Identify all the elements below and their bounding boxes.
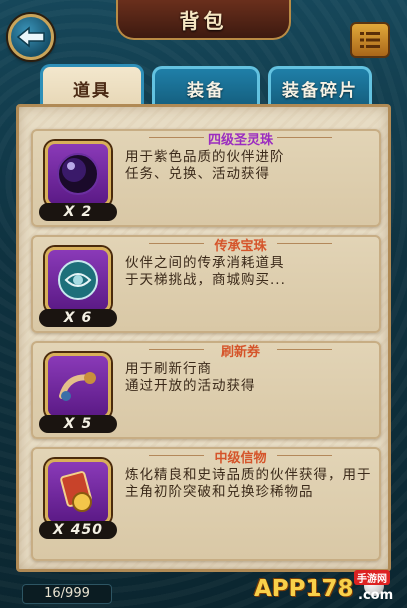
title-plate: 背包: [116, 0, 291, 40]
item-name: 中级信物: [149, 447, 332, 466]
item-quantity: X 2: [39, 203, 117, 221]
list-item[interactable]: 传承宝珠 X 6 伙伴之间的传承消耗道具 于天梯挑战，商城购买...: [31, 235, 381, 333]
item-quantity: X 5: [39, 415, 117, 433]
tab-equipment[interactable]: 装备: [152, 66, 260, 108]
item-description: 炼化精良和史诗品质的伙伴获得，用于主角初阶突破和兑换珍稀物品: [125, 467, 372, 500]
refresh-ticket-icon: [59, 372, 96, 401]
item-icon-frame: [45, 141, 111, 207]
list-item[interactable]: 四级圣灵珠 X 2 用于紫色品质的伙伴进阶 任务、兑换、活动获得: [31, 129, 381, 227]
inventory-count: 16/999: [22, 584, 112, 604]
item-description-line-1: 伙伴之间的传承消耗道具: [125, 255, 285, 271]
item-description-line-2: 通过开放的活动获得: [125, 378, 256, 394]
tab-items-label: 道具: [73, 81, 111, 101]
purple-orb-icon: [57, 153, 99, 195]
item-description: 伙伴之间的传承消耗道具 于天梯挑战，商城购买...: [125, 255, 375, 289]
list-item[interactable]: 中级信物 X 450 炼化精良和史诗品质的伙伴获得，用于主角初阶突破和兑换珍稀物…: [31, 447, 381, 561]
tab-equipment-label: 装备: [187, 81, 225, 101]
item-list-panel[interactable]: 四级圣灵珠 X 2 用于紫色品质的伙伴进阶 任务、兑换、活动获得 传承宝珠 X …: [16, 104, 391, 572]
item-quantity: X 6: [39, 309, 117, 327]
item-description-line-1: 用于刷新行商: [125, 361, 212, 377]
item-icon-frame: [45, 459, 111, 525]
item-description-line-2: 任务、兑换、活动获得: [125, 166, 270, 182]
item-quantity: X 450: [39, 521, 117, 539]
item-name: 传承宝珠: [149, 235, 332, 254]
back-arrow-icon: [16, 26, 45, 48]
watermark-text: APP178: [254, 576, 354, 602]
item-name: 四级圣灵珠: [149, 129, 332, 148]
item-description: 用于刷新行商 通过开放的活动获得: [125, 361, 375, 395]
tab-equipment-fragments[interactable]: 装备碎片: [268, 66, 372, 108]
page-title: 背包: [179, 8, 228, 33]
item-description-line-1: 用于紫色品质的伙伴进阶: [125, 149, 285, 165]
watermark-suffix: .com: [358, 588, 394, 603]
item-description-line-2: 于天梯挑战，商城购买...: [125, 272, 286, 288]
back-button[interactable]: [8, 14, 54, 60]
list-item[interactable]: 刷新券 X 5 用于刷新行商 通过开放的活动获得: [31, 341, 381, 439]
watermark-logo: APP178 手游网 .com: [254, 570, 406, 608]
item-icon-frame: [45, 353, 111, 419]
tab-equipment-fragments-label: 装备碎片: [282, 81, 358, 101]
watermark-badge: 手游网: [354, 570, 390, 585]
list-menu-icon: [360, 32, 380, 48]
token-icon: [60, 471, 92, 512]
inheritance-orb-icon: [58, 260, 98, 300]
header: 背包: [0, 0, 407, 64]
item-description: 用于紫色品质的伙伴进阶 任务、兑换、活动获得: [125, 149, 375, 183]
item-icon-frame: [45, 247, 111, 313]
menu-button[interactable]: [350, 22, 390, 58]
item-name: 刷新券: [149, 341, 332, 360]
